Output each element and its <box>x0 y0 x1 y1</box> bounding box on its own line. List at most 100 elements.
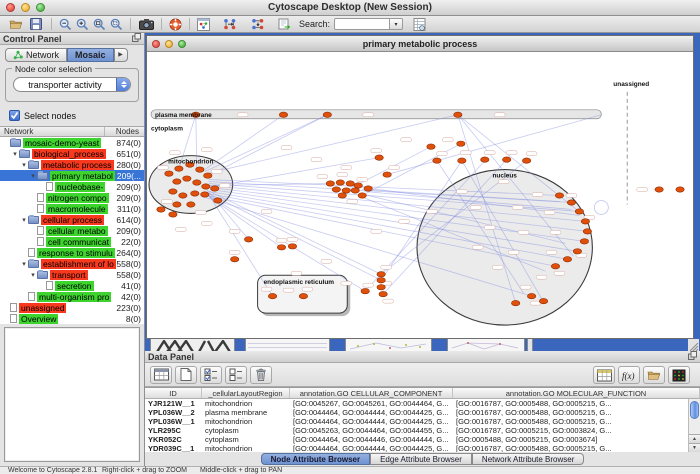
graph-node[interactable] <box>377 272 385 277</box>
graph-node[interactable] <box>279 112 287 117</box>
graph-node[interactable] <box>383 172 391 177</box>
network-tree-row[interactable]: ▾establishment of lo558(0) <box>0 258 144 269</box>
network-tree-row[interactable]: cell communicat22(0) <box>0 236 144 247</box>
graph-node[interactable] <box>481 157 489 162</box>
background-window-peek[interactable] <box>527 339 533 351</box>
graph-node[interactable] <box>336 180 344 185</box>
expand-triangle-icon[interactable]: ▾ <box>20 260 28 268</box>
scroll-down-icon[interactable]: ▼ <box>689 443 700 452</box>
graph-node[interactable] <box>575 209 583 214</box>
graph-node[interactable] <box>454 112 462 117</box>
network-tree-row[interactable]: mosaic-demo-yeast874(0) <box>0 137 144 148</box>
graph-node[interactable] <box>375 155 383 160</box>
column-header[interactable]: annotation.GO CELLULAR_COMPONENT <box>290 388 453 398</box>
scrollbar-thumb[interactable] <box>690 401 699 419</box>
graph-node[interactable] <box>332 187 340 192</box>
graph-node[interactable] <box>457 141 465 146</box>
search-input[interactable] <box>334 18 390 30</box>
graph-node[interactable] <box>433 158 441 163</box>
graph-node[interactable] <box>196 167 204 172</box>
graph-node[interactable] <box>268 293 276 298</box>
column-header[interactable]: annotation.GO MOLECULAR_FUNCTION <box>453 388 700 398</box>
graph-node[interactable] <box>201 192 209 197</box>
float-panel-icon[interactable] <box>688 351 697 362</box>
column-header[interactable]: ID <box>145 388 202 398</box>
graph-node[interactable] <box>458 158 466 163</box>
graph-node[interactable] <box>202 184 210 189</box>
table-row[interactable]: YDR039C__1mitochondrion[GO:0044464, GO:0… <box>145 444 688 452</box>
table-row[interactable]: YKR052Ccytoplasm[GO:0044464, GO:0044446,… <box>145 435 688 444</box>
table-row[interactable]: YJR121W__1mitochondrion[GO:0045267, GO:0… <box>145 399 688 408</box>
apply-layout-alt-button[interactable] <box>248 17 268 32</box>
import-attributes-button[interactable] <box>643 366 665 384</box>
scroll-up-icon[interactable]: ▲ <box>689 434 700 443</box>
background-window-peek[interactable] <box>245 339 330 351</box>
graph-node[interactable] <box>567 200 575 205</box>
tab-mosaic[interactable]: Mosaic <box>67 48 114 62</box>
attribute-heatmap-button[interactable] <box>668 366 690 384</box>
table-row[interactable]: YPL036W__1mitochondrion[GO:0044464, GO:0… <box>145 417 688 426</box>
graph-node[interactable] <box>299 293 307 298</box>
graph-node[interactable] <box>244 237 252 242</box>
graph-node[interactable] <box>288 244 296 249</box>
tab-edge-attribute-browser[interactable]: Edge Attribute Browser <box>370 453 472 465</box>
graph-node[interactable] <box>183 176 191 181</box>
network-tree-row[interactable]: response to stimulu264(0) <box>0 247 144 258</box>
graph-node[interactable] <box>551 264 559 269</box>
network-tree-row[interactable]: ▾primary metabol209(... <box>0 170 144 181</box>
create-attribute-button[interactable] <box>175 366 197 384</box>
graph-node[interactable] <box>655 187 663 192</box>
graph-node[interactable] <box>379 291 387 296</box>
zoom-out-button[interactable] <box>57 17 74 32</box>
graph-node[interactable] <box>364 186 372 191</box>
graph-node[interactable] <box>277 245 285 250</box>
graph-node[interactable] <box>175 166 183 171</box>
graph-node[interactable] <box>173 179 181 184</box>
expand-triangle-icon[interactable]: ▾ <box>20 216 28 224</box>
table-row[interactable]: YPL036W__2plasma membrane[GO:0044464, GO… <box>145 408 688 417</box>
graph-node[interactable] <box>358 193 366 198</box>
graph-node[interactable] <box>169 189 177 194</box>
graph-node[interactable] <box>351 188 359 193</box>
network-tree-row[interactable]: secretion41(0) <box>0 280 144 291</box>
background-window-peek[interactable] <box>150 339 235 351</box>
search-options-dropdown[interactable]: ▾ <box>390 18 403 30</box>
select-all-attributes-button[interactable] <box>200 366 222 384</box>
graph-node[interactable] <box>573 249 581 254</box>
graph-node[interactable] <box>522 158 530 163</box>
tab-network-attribute-browser[interactable]: Network Attribute Browser <box>472 453 584 465</box>
graph-node[interactable] <box>427 144 435 149</box>
graph-node[interactable] <box>354 183 362 188</box>
network-tree-row[interactable]: nucleobase-209(0) <box>0 181 144 192</box>
resize-grip-icon[interactable] <box>688 339 699 351</box>
formula-builder-button[interactable]: f(x) <box>618 366 640 384</box>
graph-node[interactable] <box>342 188 350 193</box>
select-attributes-button[interactable] <box>150 366 172 384</box>
save-session-button[interactable] <box>26 17 46 32</box>
graph-node[interactable] <box>539 298 547 303</box>
graph-node[interactable] <box>187 202 195 207</box>
table-scrollbar[interactable]: ▲ ▼ <box>688 399 700 452</box>
tab-network[interactable]: Network <box>5 48 67 62</box>
attribute-matrix-button[interactable] <box>593 366 615 384</box>
graph-node[interactable] <box>563 257 571 262</box>
graph-node[interactable] <box>193 180 201 185</box>
network-tree-row[interactable]: ▾cellular process614(0) <box>0 214 144 225</box>
graph-node[interactable] <box>179 193 187 198</box>
network-tree-row[interactable]: Overview8(0) <box>0 313 144 324</box>
network-canvas[interactable]: plasma membranecytoplasmmitochondrionnuc… <box>147 52 693 338</box>
birdseye-view[interactable] <box>4 327 140 462</box>
column-header[interactable]: _cellularLayoutRegion <box>202 388 290 398</box>
help-button[interactable] <box>167 17 184 32</box>
expand-triangle-icon[interactable]: ▾ <box>20 161 28 169</box>
graph-node[interactable] <box>377 278 385 283</box>
graph-node[interactable] <box>326 181 334 186</box>
zoom-in-button[interactable] <box>74 17 91 32</box>
graph-node[interactable] <box>338 193 346 198</box>
network-tree-row[interactable]: unassigned223(0) <box>0 302 144 313</box>
graph-node[interactable] <box>323 112 331 117</box>
graph-node[interactable] <box>555 193 563 198</box>
node-color-select[interactable]: transporter activity <box>13 77 131 92</box>
snapshot-button[interactable] <box>136 17 156 32</box>
expand-triangle-icon[interactable]: ▾ <box>11 150 19 158</box>
